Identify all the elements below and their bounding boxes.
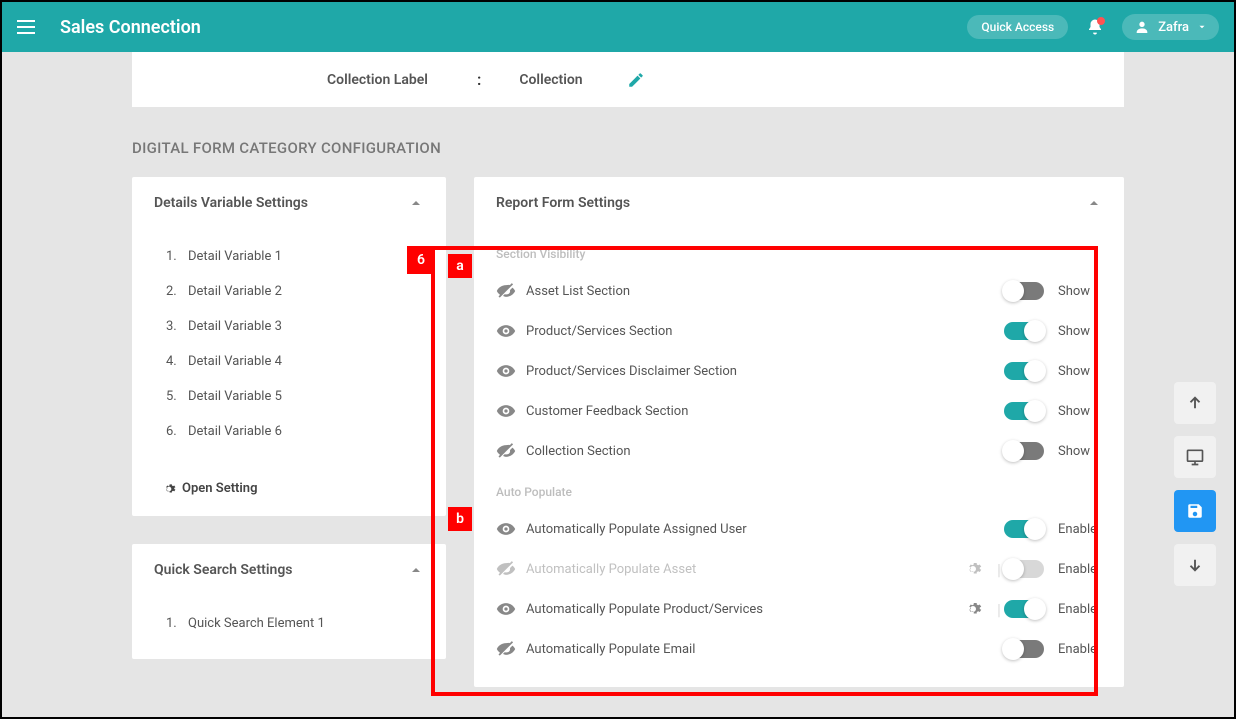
edit-icon[interactable] [627, 71, 645, 89]
list-item[interactable]: 1.Quick Search Element 1 [154, 606, 424, 641]
toggle-label: Enable [1058, 522, 1102, 537]
list-item[interactable]: 2.Detail Variable 2 [154, 274, 424, 309]
quick-search-title: Quick Search Settings [154, 562, 292, 578]
user-name: Zafra [1158, 20, 1189, 35]
app-header: Sales Connection Quick Access Zafra [2, 2, 1234, 52]
toggle-switch[interactable] [1004, 520, 1044, 538]
gear-icon[interactable] [964, 600, 994, 618]
eye-off-icon[interactable] [496, 441, 526, 461]
section-title: DIGITAL FORM CATEGORY CONFIGURATION [132, 139, 1224, 157]
toggle-switch[interactable] [1004, 600, 1044, 618]
report-card-title: Report Form Settings [496, 195, 630, 211]
eye-icon[interactable] [496, 361, 526, 381]
setting-row: Automatically Populate Email Enable [496, 629, 1102, 669]
eye-off-icon[interactable] [496, 559, 526, 579]
list-item[interactable]: 1.Detail Variable 1 [154, 239, 424, 274]
list-item[interactable]: 4.Detail Variable 4 [154, 344, 424, 379]
setting-row: Collection Section Show [496, 431, 1102, 471]
toggle-switch[interactable] [1004, 402, 1044, 420]
setting-row: Automatically Populate Assigned User Enab… [496, 509, 1102, 549]
report-card-header[interactable]: Report Form Settings [474, 177, 1124, 229]
scroll-down-button[interactable] [1174, 544, 1216, 586]
setting-row: Customer Feedback Section Show [496, 391, 1102, 431]
setting-row: Product/Services Section Show [496, 311, 1102, 351]
preview-button[interactable] [1174, 436, 1216, 478]
setting-label: Automatically Populate Email [526, 642, 964, 657]
menu-icon[interactable] [17, 13, 45, 41]
setting-row: Automatically Populate Product/Services |… [496, 589, 1102, 629]
toggle-label: Show [1058, 364, 1102, 379]
open-setting-button[interactable]: Open Setting [132, 467, 446, 516]
columns: Details Variable Settings 1.Detail Varia… [132, 177, 1124, 687]
collection-label-card: Collection Label : Collection [132, 52, 1124, 107]
chevron-up-icon[interactable] [408, 562, 424, 578]
list-item[interactable]: 6.Detail Variable 6 [154, 414, 424, 449]
app-title: Sales Connection [60, 17, 967, 38]
setting-label: Product/Services Section [526, 324, 1004, 339]
setting-label: Automatically Populate Assigned User [526, 522, 964, 537]
toggle-switch[interactable] [1004, 560, 1044, 578]
floating-action-column [1174, 382, 1216, 586]
list-item[interactable]: 3.Detail Variable 3 [154, 309, 424, 344]
eye-off-icon[interactable] [496, 639, 526, 659]
separator: : [477, 70, 481, 89]
save-button[interactable] [1174, 490, 1216, 532]
list-item[interactable]: 5.Detail Variable 5 [154, 379, 424, 414]
toggle-label: Enable [1058, 602, 1102, 617]
eye-icon[interactable] [496, 401, 526, 421]
toggle-label: Enable [1058, 642, 1102, 657]
toggle-label: Show [1058, 404, 1102, 419]
auto-populate-heading: Auto Populate [496, 485, 1102, 499]
gear-icon [162, 482, 176, 496]
left-column: Details Variable Settings 1.Detail Varia… [132, 177, 446, 659]
toggle-switch[interactable] [1004, 640, 1044, 658]
user-icon [1134, 19, 1150, 35]
content-area: Collection Label : Collection DIGITAL FO… [2, 52, 1234, 717]
report-form-card: Report Form Settings Section Visibility … [474, 177, 1124, 687]
section-visibility-heading: Section Visibility [496, 247, 1102, 261]
toggle-label: Show [1058, 324, 1102, 339]
quick-search-card: Quick Search Settings 1.Quick Search Ele… [132, 544, 446, 659]
details-card-title: Details Variable Settings [154, 195, 308, 211]
setting-row: Automatically Populate Asset|Enable [496, 549, 1102, 589]
notifications-icon[interactable] [1086, 18, 1104, 36]
quick-search-header[interactable]: Quick Search Settings [132, 544, 446, 596]
toggle-switch[interactable] [1004, 362, 1044, 380]
toggle-switch[interactable] [1004, 442, 1044, 460]
setting-row: Asset List Section Show [496, 271, 1102, 311]
toggle-switch[interactable] [1004, 322, 1044, 340]
details-card-header[interactable]: Details Variable Settings [132, 177, 446, 229]
chevron-up-icon[interactable] [1086, 195, 1102, 211]
collection-field-label: Collection Label [327, 72, 447, 88]
toggle-label: Show [1058, 284, 1102, 299]
setting-label: Asset List Section [526, 284, 1004, 299]
setting-label: Automatically Populate Asset [526, 562, 964, 577]
details-variable-card: Details Variable Settings 1.Detail Varia… [132, 177, 446, 516]
collection-field-value: Collection [519, 72, 582, 88]
eye-off-icon[interactable] [496, 281, 526, 301]
toggle-label: Enable [1058, 562, 1102, 577]
toggle-switch[interactable] [1004, 282, 1044, 300]
eye-icon[interactable] [496, 599, 526, 619]
quick-search-list: 1.Quick Search Element 1 [132, 596, 446, 659]
chevron-down-icon [1197, 22, 1207, 32]
divider: | [994, 600, 1004, 619]
eye-icon[interactable] [496, 519, 526, 539]
quick-access-button[interactable]: Quick Access [967, 15, 1068, 39]
setting-row: Product/Services Disclaimer Section Show [496, 351, 1102, 391]
chevron-up-icon[interactable] [408, 195, 424, 211]
setting-label: Automatically Populate Product/Services [526, 602, 964, 617]
eye-icon[interactable] [496, 321, 526, 341]
toggle-label: Show [1058, 444, 1102, 459]
scroll-up-button[interactable] [1174, 382, 1216, 424]
report-card-body: Section Visibility Asset List Section Sho… [474, 229, 1124, 687]
user-menu[interactable]: Zafra [1122, 14, 1219, 40]
setting-label: Product/Services Disclaimer Section [526, 364, 1004, 379]
detail-variable-list: 1.Detail Variable 1 2.Detail Variable 2 … [132, 229, 446, 467]
setting-label: Customer Feedback Section [526, 404, 1004, 419]
setting-label: Collection Section [526, 444, 1004, 459]
gear-icon[interactable] [964, 560, 994, 578]
